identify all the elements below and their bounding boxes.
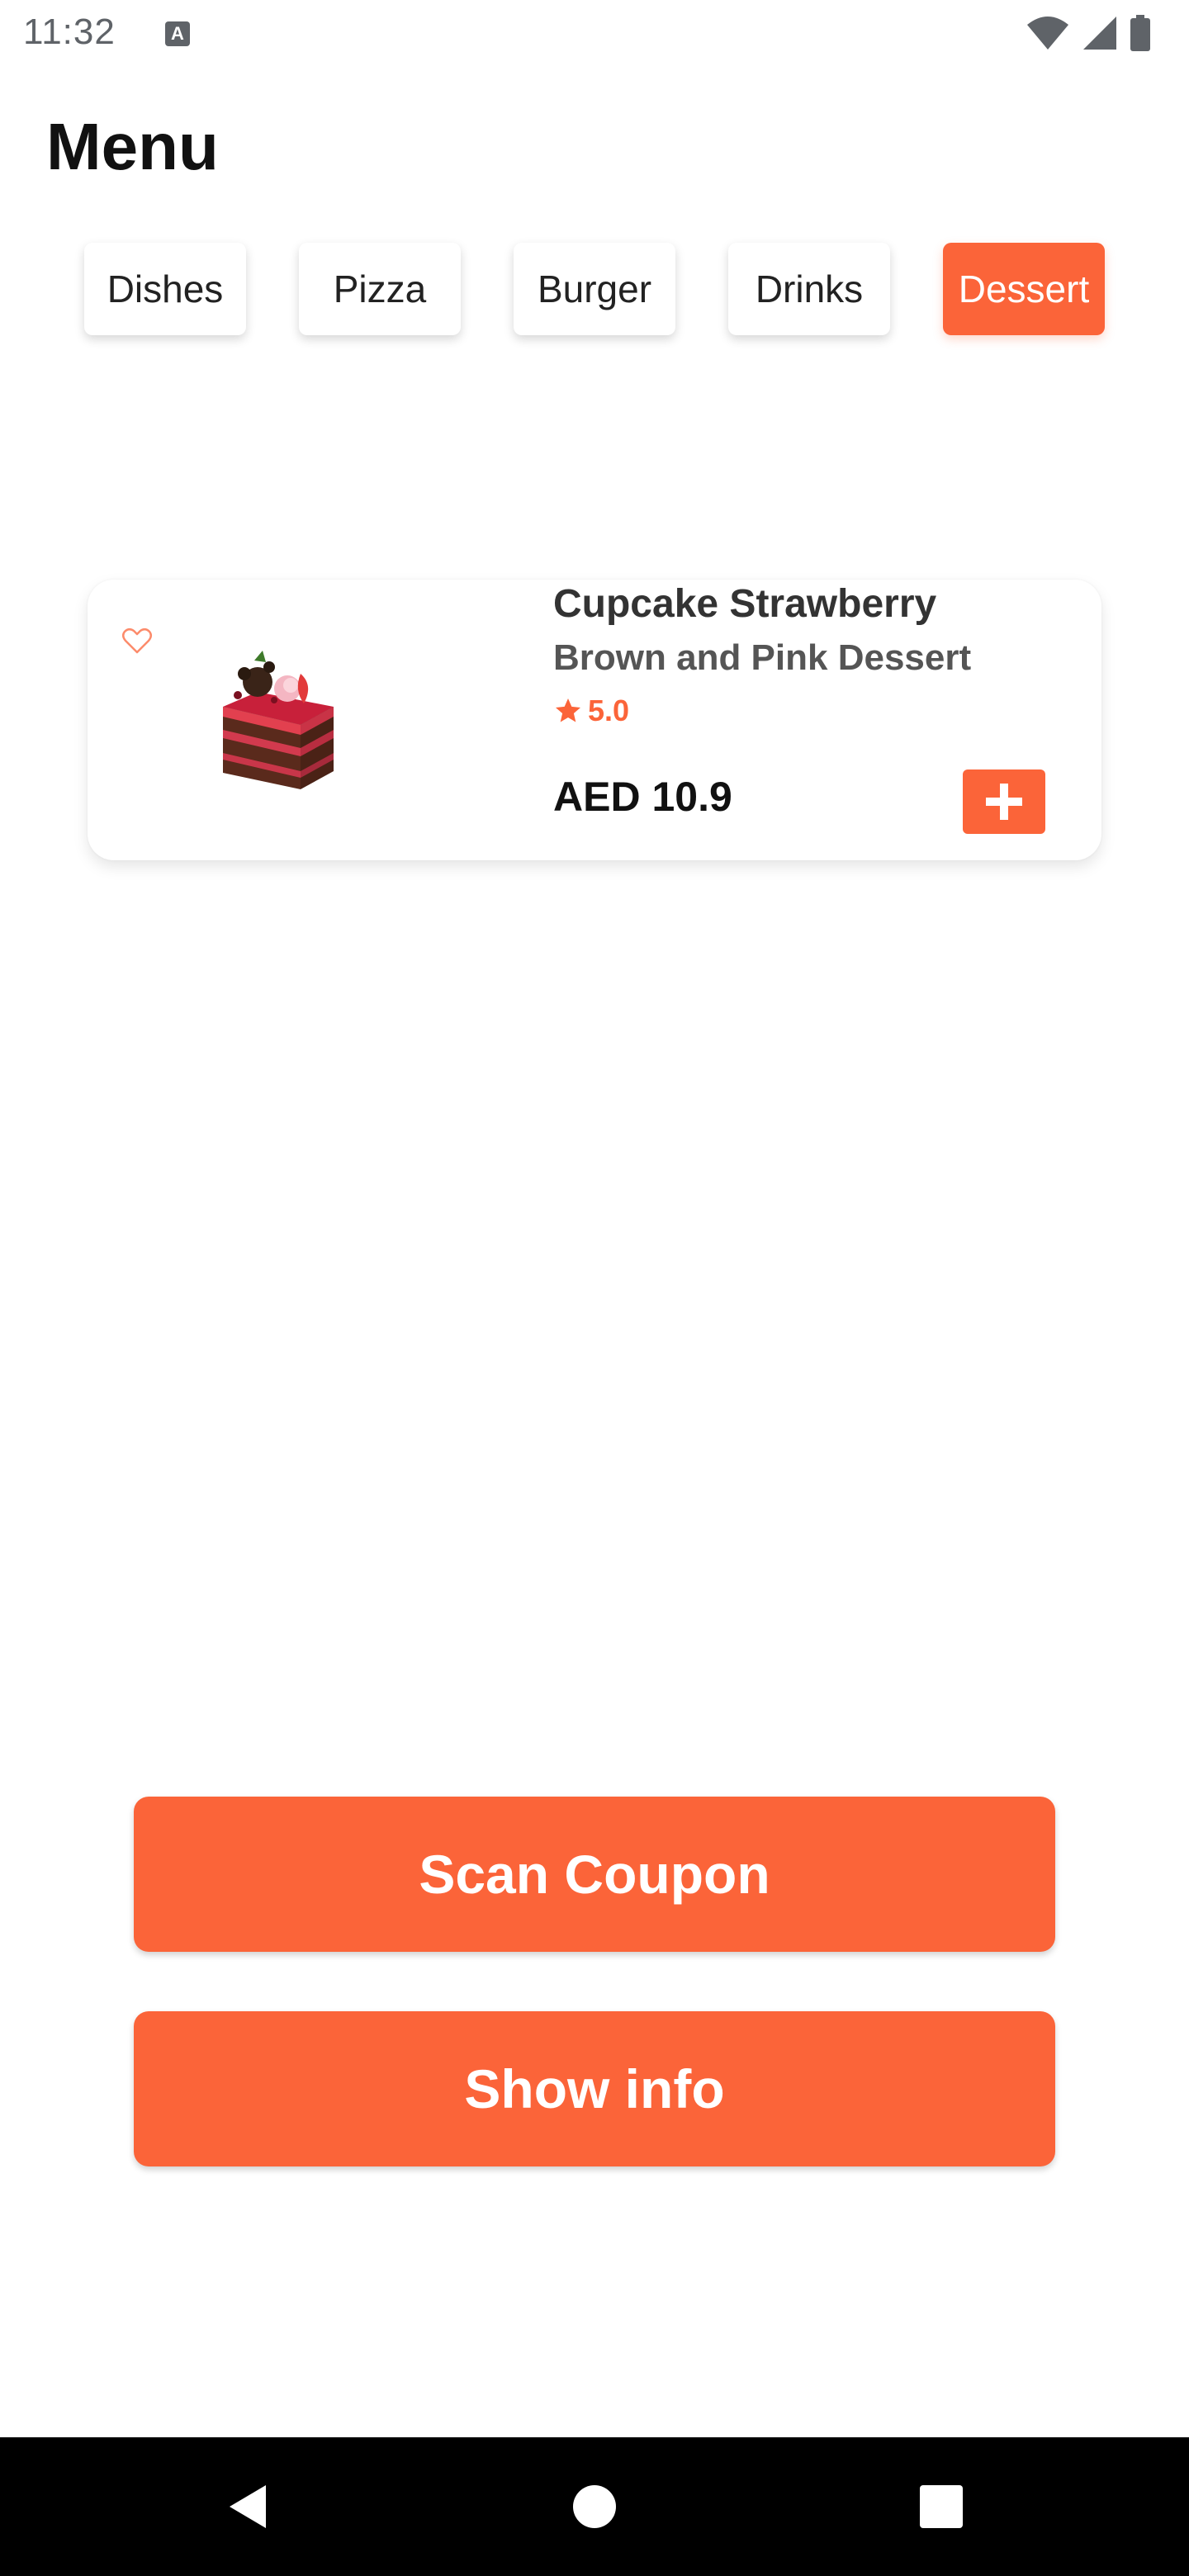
item-subtitle: Brown and Pink Dessert bbox=[553, 637, 972, 678]
tab-pizza[interactable]: Pizza bbox=[299, 243, 461, 335]
page-title: Menu bbox=[46, 110, 219, 183]
rating-value: 5.0 bbox=[588, 694, 630, 727]
tab-drinks[interactable]: Drinks bbox=[728, 243, 890, 335]
home-button[interactable] bbox=[561, 2474, 628, 2540]
category-tabs: Dishes Pizza Burger Drinks Dessert bbox=[84, 243, 1108, 335]
tab-burger[interactable]: Burger bbox=[514, 243, 675, 335]
status-time: 11:32 bbox=[23, 12, 116, 52]
back-button[interactable] bbox=[215, 2474, 281, 2540]
back-icon bbox=[230, 2485, 266, 2528]
recents-icon bbox=[920, 2485, 963, 2528]
add-to-cart-button[interactable] bbox=[963, 769, 1045, 834]
scan-coupon-button[interactable]: Scan Coupon bbox=[134, 1797, 1055, 1952]
recents-button[interactable] bbox=[908, 2474, 974, 2540]
show-info-button[interactable]: Show info bbox=[134, 2011, 1055, 2166]
dessert-image bbox=[223, 651, 334, 789]
plus-icon bbox=[986, 784, 1022, 820]
home-icon bbox=[573, 2485, 616, 2528]
tab-dessert[interactable]: Dessert bbox=[943, 243, 1105, 335]
navigation-bar bbox=[0, 2437, 1189, 2576]
status-bar: 11:32 A bbox=[0, 0, 1189, 69]
item-title: Cupcake Strawberry bbox=[553, 582, 937, 626]
product-card[interactable]: Cupcake Strawberry Brown and Pink Desser… bbox=[88, 580, 1101, 860]
item-price: AED 10.9 bbox=[553, 774, 732, 820]
battery-icon bbox=[1130, 15, 1150, 51]
star-icon bbox=[556, 698, 580, 722]
tab-dishes[interactable]: Dishes bbox=[84, 243, 246, 335]
a-icon: A bbox=[165, 21, 190, 46]
heart-outline-icon[interactable] bbox=[121, 624, 154, 657]
signal-icon bbox=[1083, 17, 1116, 50]
status-icons bbox=[1026, 15, 1151, 51]
item-rating: 5.0 bbox=[553, 694, 629, 728]
wifi-icon bbox=[1027, 17, 1068, 50]
